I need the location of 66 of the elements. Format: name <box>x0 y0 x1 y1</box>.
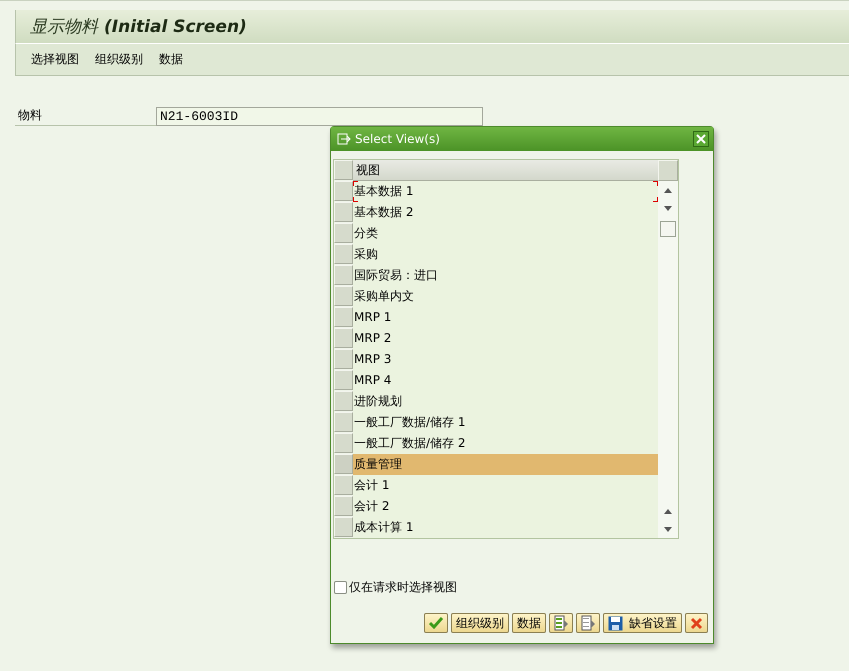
menu-item[interactable]: 选择视图 <box>31 51 79 68</box>
table-cell[interactable]: 会计 1 <box>353 475 658 496</box>
select-all-icon <box>554 615 568 631</box>
table-cell[interactable]: 质量管理 <box>353 454 658 475</box>
table-cell[interactable]: 国际贸易：进口 <box>353 265 658 286</box>
table-cell[interactable]: MRP 1 <box>353 307 658 328</box>
row-selector[interactable] <box>334 223 353 243</box>
row-selector[interactable] <box>334 370 353 390</box>
menu-item[interactable]: 数据 <box>159 51 183 68</box>
menu-item[interactable]: 组织级别 <box>95 51 143 68</box>
select-all-cell[interactable] <box>334 160 353 180</box>
material-field[interactable]: N21-6003ID <box>156 106 483 126</box>
row-selector[interactable] <box>334 517 353 537</box>
column-settings-cell[interactable] <box>658 160 678 181</box>
table-cell[interactable]: 采购单内文 <box>353 286 658 307</box>
checkbox[interactable] <box>334 581 347 594</box>
row-selector[interactable] <box>334 181 353 201</box>
table-cell[interactable]: 进阶规划 <box>353 391 658 412</box>
deselect-all-icon <box>581 615 595 631</box>
row-selector[interactable] <box>334 475 353 495</box>
scroll-up-icon[interactable] <box>664 508 672 514</box>
row-selector[interactable] <box>334 349 353 369</box>
save-icon <box>608 616 623 630</box>
table-cell[interactable]: 成本计算 1 <box>353 517 658 538</box>
cancel-button[interactable] <box>685 613 708 633</box>
text-button[interactable]: 数据 <box>512 613 546 633</box>
text-button[interactable]: 组织级别 <box>451 613 509 633</box>
table-cell[interactable]: 分类 <box>353 223 658 244</box>
scroll-thumb[interactable] <box>660 221 676 237</box>
dialog-title: Select View(s) <box>355 132 441 146</box>
table-cell[interactable]: MRP 4 <box>353 370 658 391</box>
close-icon <box>690 616 703 630</box>
checkmark-icon <box>429 617 443 629</box>
dialog-icon <box>337 133 351 145</box>
row-selector[interactable] <box>334 391 353 411</box>
table-cell[interactable]: 一般工厂数据/储存 2 <box>353 433 658 454</box>
table-cell[interactable]: 采购 <box>353 244 658 265</box>
table-cell[interactable]: 基本数据 2 <box>353 202 658 223</box>
column-header: 视图 <box>353 160 658 181</box>
row-selector[interactable] <box>334 286 353 306</box>
default-settings-button[interactable]: 缺省设置 <box>603 613 682 633</box>
table-cell[interactable]: 一般工厂数据/储存 1 <box>353 412 658 433</box>
checkbox-label: 仅在请求时选择视图 <box>349 579 457 596</box>
table-cell[interactable]: MRP 2 <box>353 328 658 349</box>
table-cell[interactable]: 基本数据 1 <box>353 181 658 202</box>
scroll-down-icon[interactable] <box>664 526 672 532</box>
row-selector[interactable] <box>334 328 353 348</box>
scrollbar[interactable] <box>658 160 678 538</box>
confirm-button[interactable] <box>424 613 448 633</box>
row-selector[interactable] <box>334 454 353 474</box>
row-selector[interactable] <box>334 202 353 222</box>
select-all-button[interactable] <box>549 613 573 633</box>
scroll-down-icon[interactable] <box>664 206 672 210</box>
close-button[interactable] <box>693 131 709 147</box>
screen-subtitle: (Initial Screen) <box>104 16 247 36</box>
row-selector[interactable] <box>334 433 353 453</box>
screen-title: 显示物料 <box>30 16 98 38</box>
table-cell[interactable]: 会计 2 <box>353 496 658 517</box>
deselect-all-button[interactable] <box>576 613 600 633</box>
row-selector[interactable] <box>334 307 353 327</box>
row-selector[interactable] <box>334 412 353 432</box>
row-selector[interactable] <box>334 244 353 264</box>
row-selector[interactable] <box>334 265 353 285</box>
scroll-up-icon[interactable] <box>664 188 672 192</box>
table-cell[interactable]: MRP 3 <box>353 349 658 370</box>
row-selector[interactable] <box>334 496 353 516</box>
